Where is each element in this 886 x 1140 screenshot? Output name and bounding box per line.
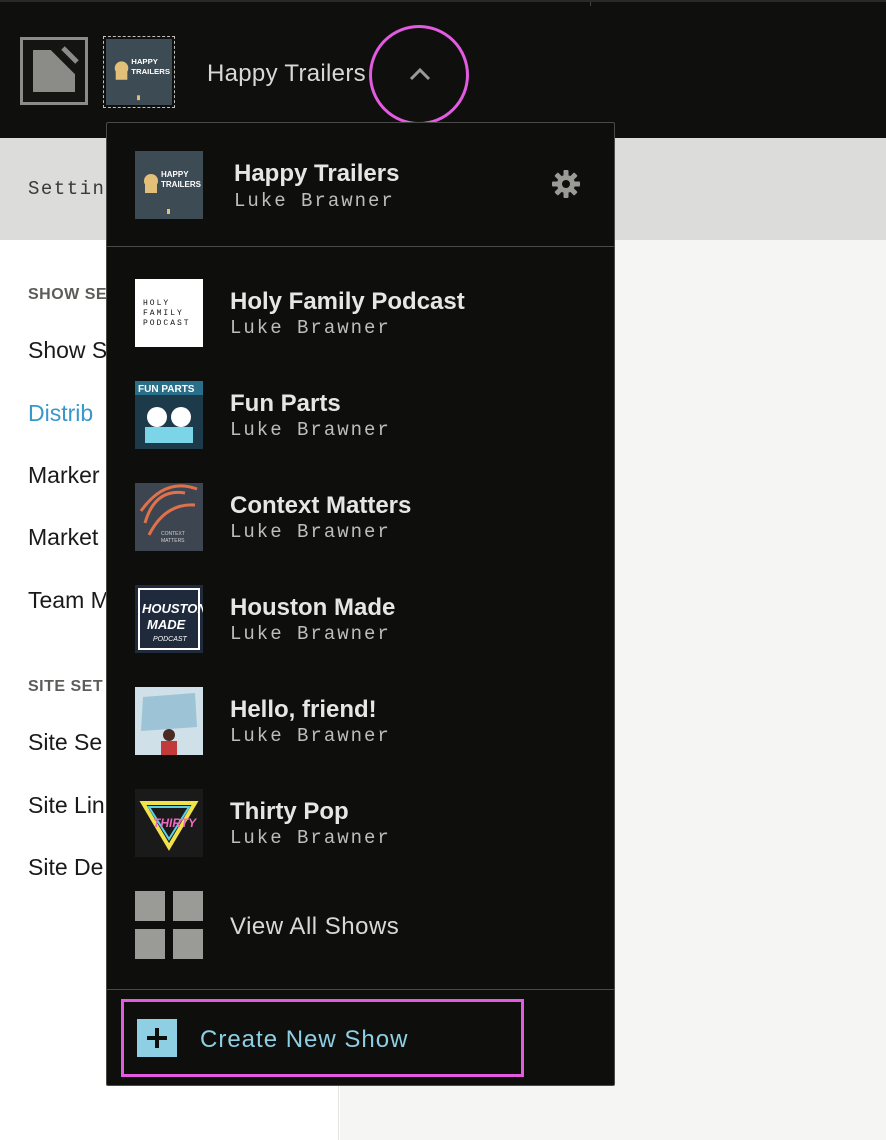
show-item-holy-family-podcast[interactable]: HOLY FAMILY PODCAST Holy Family Podcast … xyxy=(107,279,614,369)
gear-icon[interactable] xyxy=(551,169,581,199)
show-title: Houston Made xyxy=(230,594,396,621)
top-bar: HAPPY TRAILERS Happy Trailers xyxy=(0,0,886,138)
current-show-title[interactable]: Happy Trailers xyxy=(207,60,366,88)
show-author: Luke Brawner xyxy=(230,623,391,645)
svg-text:TRAILERS: TRAILERS xyxy=(131,67,170,76)
svg-text:FAMILY: FAMILY xyxy=(143,309,184,318)
show-thumbnail: FUN PARTS xyxy=(135,381,203,449)
show-thumbnail: HOUSTON MADE PODCAST xyxy=(135,585,203,653)
show-thumbnail: CONTEXT MATTERS xyxy=(135,483,203,551)
svg-text:TRAILERS: TRAILERS xyxy=(161,180,202,189)
show-author: Luke Brawner xyxy=(230,827,391,849)
svg-text:MATTERS: MATTERS xyxy=(161,538,185,544)
svg-text:CONTEXT: CONTEXT xyxy=(161,531,185,537)
create-new-show-button[interactable]: Create New Show xyxy=(121,999,524,1077)
svg-text:HAPPY: HAPPY xyxy=(161,170,189,179)
show-thumbnail xyxy=(135,687,203,755)
show-title: Thirty Pop xyxy=(230,798,349,825)
svg-text:THIRTY: THIRTY xyxy=(153,816,197,830)
plus-icon xyxy=(137,1019,177,1057)
show-item-fun-parts[interactable]: FUN PARTS Fun Parts Luke Brawner xyxy=(107,381,614,471)
grid-icon xyxy=(135,891,203,959)
nav-item-team-members[interactable]: Team M xyxy=(28,587,110,614)
show-title: Hello, friend! xyxy=(230,696,377,723)
nav-item-markers[interactable]: Marker xyxy=(28,462,100,489)
show-thumbnail: HAPPY TRAILERS xyxy=(135,151,203,219)
svg-text:PODCAST: PODCAST xyxy=(143,319,191,328)
show-thumbnail: THIRTY xyxy=(135,789,203,857)
nav-item-site-links[interactable]: Site Lin xyxy=(28,792,105,819)
show-author: Luke Brawner xyxy=(234,190,395,212)
section-header-show: SHOW SE xyxy=(28,286,108,303)
show-title: Fun Parts xyxy=(230,390,341,417)
show-author: Luke Brawner xyxy=(230,419,391,441)
nav-item-marketing[interactable]: Market xyxy=(28,524,98,551)
show-title: Holy Family Podcast xyxy=(230,288,465,315)
section-header-site: SITE SET xyxy=(28,678,104,695)
app-logo-icon[interactable] xyxy=(20,37,88,105)
current-show-row[interactable]: HAPPY TRAILERS Happy Trailers Luke Brawn… xyxy=(107,123,614,247)
nav-item-site-design[interactable]: Site De xyxy=(28,854,103,881)
show-title: Happy Trailers xyxy=(234,160,400,187)
show-author: Luke Brawner xyxy=(230,317,391,339)
show-item-hello-friend[interactable]: Hello, friend! Luke Brawner xyxy=(107,687,614,777)
create-new-show-label: Create New Show xyxy=(200,1026,409,1053)
svg-text:HOLY: HOLY xyxy=(143,299,170,308)
show-author: Luke Brawner xyxy=(230,521,391,543)
highlight-circle xyxy=(369,25,469,125)
show-item-thirty-pop[interactable]: THIRTY Thirty Pop Luke Brawner xyxy=(107,789,614,879)
show-switcher-dropdown: HAPPY TRAILERS Happy Trailers Luke Brawn… xyxy=(106,122,615,1086)
show-title: Context Matters xyxy=(230,492,412,519)
settings-label: Settin xyxy=(28,178,106,200)
dropdown-divider xyxy=(107,989,614,990)
svg-text:HOUSTON: HOUSTON xyxy=(142,601,203,616)
show-thumbnail: HOLY FAMILY PODCAST xyxy=(135,279,203,347)
show-author: Luke Brawner xyxy=(230,725,391,747)
nav-item-site-settings[interactable]: Site Se xyxy=(28,729,102,756)
current-show-thumbnail[interactable]: HAPPY TRAILERS xyxy=(103,36,175,108)
view-all-shows-link[interactable]: View All Shows xyxy=(107,889,614,959)
svg-text:HAPPY: HAPPY xyxy=(131,57,159,66)
show-item-context-matters[interactable]: CONTEXT MATTERS Context Matters Luke Bra… xyxy=(107,483,614,573)
view-all-shows-label: View All Shows xyxy=(230,913,400,940)
show-item-houston-made[interactable]: HOUSTON MADE PODCAST Houston Made Luke B… xyxy=(107,585,614,675)
svg-text:MADE: MADE xyxy=(147,617,186,632)
nav-item-distribution[interactable]: Distrib xyxy=(28,400,93,427)
nav-item-show-settings[interactable]: Show S xyxy=(28,337,107,364)
topbar-divider xyxy=(590,2,591,6)
svg-text:PODCAST: PODCAST xyxy=(153,636,188,643)
svg-text:FUN PARTS: FUN PARTS xyxy=(138,384,195,395)
